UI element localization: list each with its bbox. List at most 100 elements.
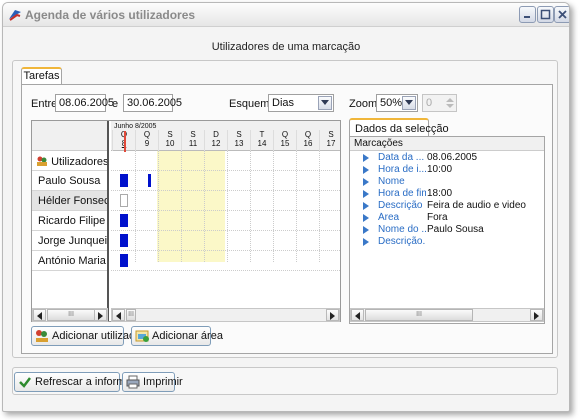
day-column-header[interactable]: S 17 (319, 130, 340, 151)
end-date-field[interactable]: 30.06.2005 (123, 94, 182, 112)
day-column-header[interactable]: T 14 (250, 130, 273, 151)
spinner-value: 0 (426, 97, 433, 109)
expand-arrow-icon (363, 166, 369, 174)
add-area-button[interactable]: Adicionar área (131, 326, 223, 346)
scroll-thumb[interactable]: III (126, 309, 136, 321)
day-letter: T (259, 130, 265, 139)
expand-arrow-icon (363, 214, 369, 222)
calendar-header: Junho 8/2005 Q8Q9S10S11D12S13T14Q15Q16S1… (111, 121, 340, 151)
property-key: Nome (378, 176, 405, 187)
day-column-header[interactable]: D 12 (204, 130, 227, 151)
calendar-row (111, 151, 340, 171)
day-column-header[interactable]: Q9 (135, 130, 158, 151)
day-divider (273, 151, 274, 262)
day-divider (250, 151, 251, 262)
scroll-thumb[interactable]: III (47, 309, 95, 321)
minimize-button[interactable] (519, 6, 536, 23)
printer-icon (126, 375, 140, 389)
property-key: Área (378, 212, 400, 223)
appointment-block[interactable] (120, 234, 128, 247)
day-column-header[interactable]: S 10 (158, 130, 181, 151)
day-number: 15 (280, 139, 290, 148)
user-row[interactable]: Paulo Sousa (32, 171, 107, 191)
day-number: 12 (211, 139, 221, 148)
arrow-left-icon (116, 312, 121, 320)
properties-horizontal-scrollbar[interactable]: III (350, 308, 544, 322)
scroll-left-button[interactable] (33, 309, 46, 321)
scroll-right-button[interactable] (326, 309, 339, 321)
property-row[interactable]: Descrição... (350, 236, 544, 248)
title-bar[interactable]: Agenda de vários utilizadores (3, 3, 569, 27)
arrow-right-icon (534, 312, 539, 320)
property-key: Descrição... (378, 236, 426, 247)
scroll-right-button[interactable] (530, 309, 543, 321)
day-number: 17 (326, 139, 336, 148)
add-area-label: Adicionar área (152, 330, 223, 342)
appointment-block[interactable] (120, 214, 128, 227)
property-key: Data da ... (378, 152, 425, 163)
day-letter: Q (304, 130, 312, 139)
property-row[interactable]: Área Fora (350, 212, 544, 224)
print-button[interactable]: Imprimir (122, 372, 183, 392)
appointment-block[interactable] (148, 174, 151, 187)
users-horizontal-scrollbar[interactable]: III (32, 308, 108, 322)
users-column: Utilizadores Paulo Sousa Hélder Fonseca … (32, 121, 109, 321)
add-user-button[interactable]: Adicionar utilizador (31, 326, 145, 346)
appointment-block[interactable] (120, 174, 128, 187)
esquema-dropdown-button[interactable] (318, 96, 332, 110)
scroll-thumb[interactable]: III (365, 309, 473, 321)
day-letter: S (328, 130, 334, 139)
refresh-button[interactable]: Refrescar a informação (14, 372, 149, 392)
calendar-area[interactable]: Junho 8/2005 Q8Q9S10S11D12S13T14Q15Q16S1… (111, 121, 340, 321)
scroll-right-button[interactable] (94, 309, 107, 321)
chevron-down-icon (321, 100, 329, 105)
day-column-header[interactable]: Q 16 (296, 130, 319, 151)
scroll-left-button[interactable] (112, 309, 125, 321)
user-row[interactable]: Jorge Junqueira (32, 231, 107, 251)
user-row[interactable]: Hélder Fonseca (32, 191, 107, 211)
day-divider (135, 151, 136, 262)
entre-label: Entre (31, 98, 58, 110)
property-row[interactable]: Descrição Feira de audio e video (350, 200, 544, 212)
property-value: Paulo Sousa (427, 224, 484, 235)
zoom-dropdown-button[interactable] (402, 96, 416, 110)
day-column-header[interactable]: S 11 (181, 130, 204, 151)
user-row[interactable]: António Maria ... (32, 251, 107, 271)
chevron-down-icon (405, 100, 413, 105)
tab-dados-da-seleccao[interactable]: Dados da selecção (349, 118, 449, 137)
today-marker (124, 131, 126, 152)
users-header-label: Utilizadores (51, 156, 107, 168)
calendar-horizontal-scrollbar[interactable]: III (111, 308, 340, 322)
day-letter: S (190, 130, 196, 139)
property-row[interactable]: Nome (350, 176, 544, 188)
day-column-header[interactable]: Q 15 (273, 130, 296, 151)
tab-tarefas[interactable]: Tarefas (21, 67, 62, 85)
day-number: 9 (144, 139, 150, 148)
appointment-block[interactable] (120, 254, 128, 267)
property-row[interactable]: Nome do ... Paulo Sousa (350, 224, 544, 236)
users-header-row: Utilizadores (32, 151, 107, 171)
appointment-block-empty[interactable] (120, 194, 128, 207)
esquema-select[interactable]: Dias (268, 94, 334, 112)
property-row[interactable]: Data da ... 08.06.2005 (350, 152, 544, 164)
add-area-icon (135, 330, 149, 342)
property-row[interactable]: Hora de i... 10:00 (350, 164, 544, 176)
property-row[interactable]: Hora de fim 18:00 (350, 188, 544, 200)
expand-arrow-icon (363, 238, 369, 246)
maximize-button[interactable] (537, 6, 554, 23)
start-date-field[interactable]: 08.06.2005 (55, 94, 114, 112)
day-number: 14 (257, 139, 267, 148)
close-button[interactable] (554, 6, 569, 23)
day-number: 11 (188, 139, 198, 148)
property-key: Hora de fim (378, 188, 426, 199)
scroll-left-button[interactable] (351, 309, 364, 321)
day-letter: D (213, 130, 219, 139)
users-group-icon (37, 156, 47, 166)
zoom-select[interactable]: 50% (376, 94, 418, 112)
day-column-header[interactable]: S 13 (227, 130, 250, 151)
user-row[interactable]: Ricardo Filipe d... (32, 211, 107, 231)
properties-panel: Marcações Data da ... 08.06.2005 Hora de i… (349, 136, 545, 324)
print-label: Imprimir (143, 376, 183, 388)
properties-header: Marcações (350, 137, 544, 151)
zoom-spinner: 0 (422, 94, 457, 112)
